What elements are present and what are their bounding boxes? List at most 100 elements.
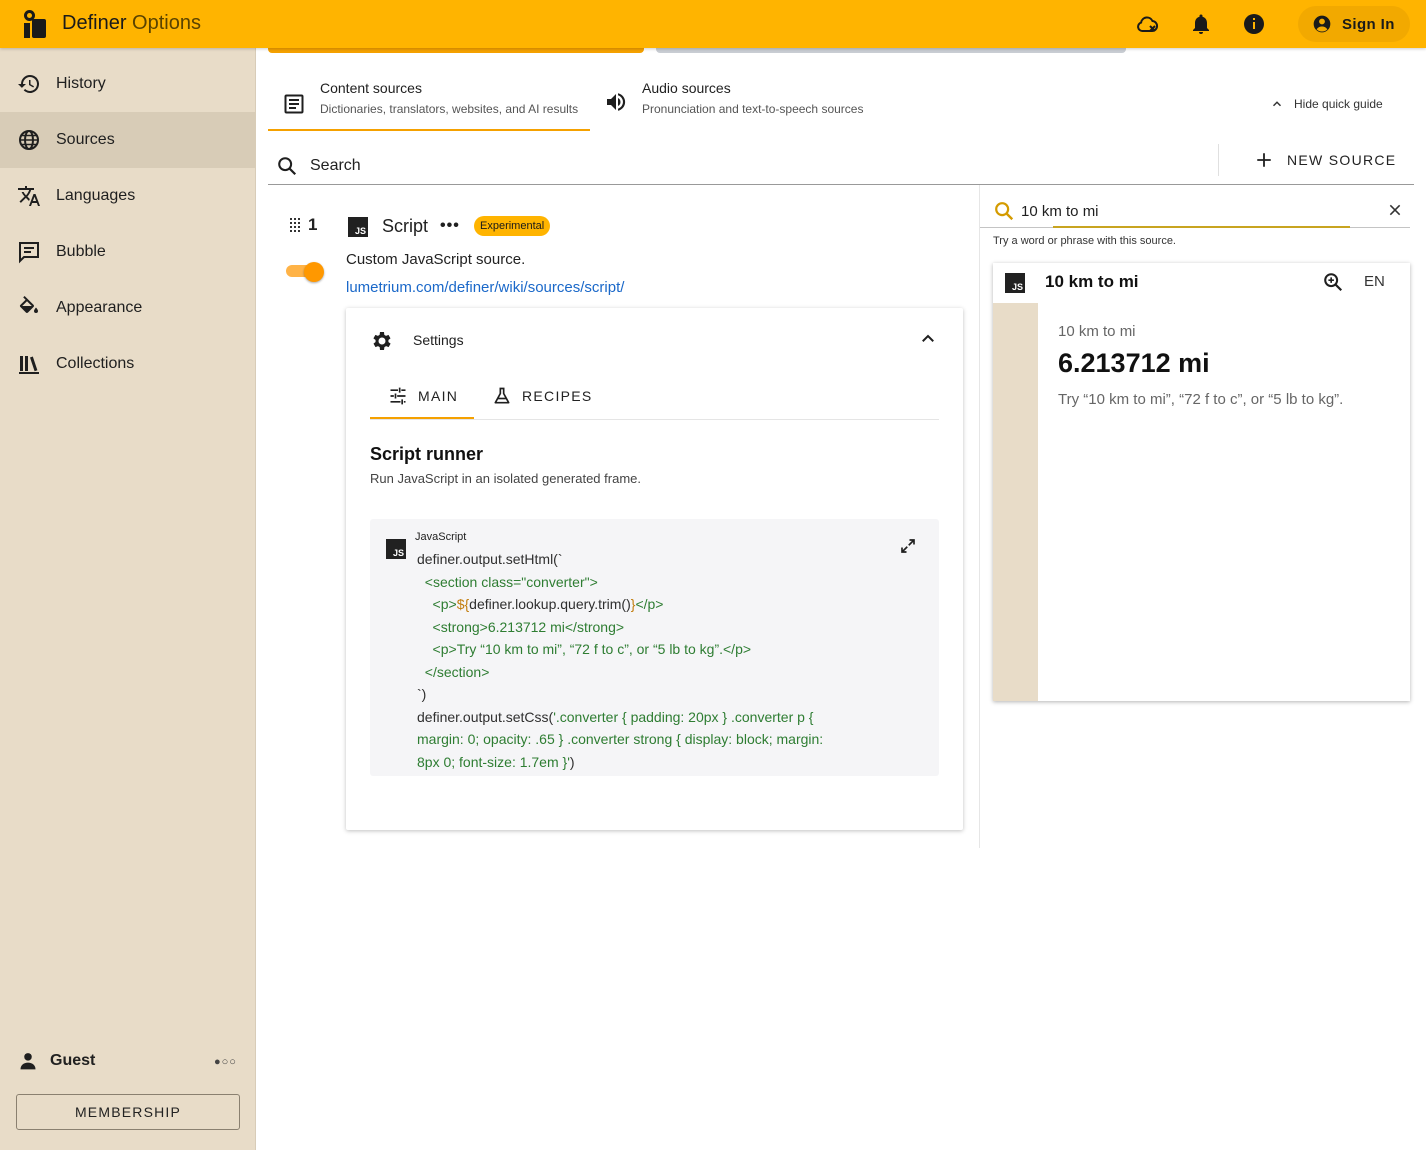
chevron-up-icon — [1272, 101, 1282, 107]
app-title: Definer Options — [62, 12, 201, 35]
tab-recipes-label: RECIPES — [522, 388, 593, 404]
tab-description: Pronunciation and text-to-speech sources — [642, 102, 864, 116]
js-icon: JS — [386, 539, 406, 559]
active-subtab-indicator — [370, 417, 474, 419]
app-title-main: Definer — [62, 12, 127, 34]
drag-handle-icon[interactable] — [290, 218, 302, 232]
quick-guide-step-bar — [268, 48, 644, 53]
sidebar-item-label: Collections — [56, 355, 135, 372]
tab-title: Content sources — [320, 80, 422, 96]
tab-content-sources[interactable]: Content sources Dictionaries, translator… — [282, 80, 578, 116]
guest-account[interactable]: Guest — [18, 1051, 95, 1071]
code-token: definer.lookup.query.trim() — [469, 596, 631, 612]
person-icon — [20, 1053, 36, 1070]
tab-recipes[interactable]: RECIPES — [492, 386, 593, 406]
code-editor[interactable]: JS JavaScript definer.output.setHtml(` <… — [370, 519, 939, 776]
result-value: 6.213712 mi — [1058, 348, 1210, 378]
code-line: definer.output.setHtml(` — [417, 551, 563, 567]
app-title-sub: Options — [132, 12, 201, 34]
search-focus-underline — [1053, 226, 1350, 228]
membership-level-dots: ●○○ — [214, 1056, 237, 1068]
script-runner-description: Run JavaScript in an isolated generated … — [370, 471, 641, 486]
hide-quick-guide-button[interactable]: Hide quick guide — [1270, 97, 1383, 111]
sidebar-item-appearance[interactable]: Appearance — [0, 280, 256, 336]
plus-icon — [1257, 153, 1271, 167]
app-bar: Definer Options Sign In — [0, 0, 1426, 48]
bell-icon[interactable] — [1189, 12, 1213, 36]
preview-result-card: JS 10 km to mi EN 10 km to mi 6.213712 m… — [993, 263, 1410, 701]
code-content[interactable]: definer.output.setHtml(` <section class=… — [417, 548, 823, 773]
sidebar-item-label: Appearance — [56, 299, 143, 316]
preview-divider — [979, 185, 980, 848]
close-icon[interactable] — [1388, 203, 1402, 217]
paint-bucket-icon — [19, 296, 38, 313]
sidebar-item-languages[interactable]: Languages — [0, 168, 256, 224]
chat-bubble-icon — [19, 242, 39, 264]
article-icon — [284, 94, 304, 114]
account-circle-icon — [1313, 15, 1331, 33]
new-source-label: NEW SOURCE — [1287, 152, 1397, 168]
code-language-label: JavaScript — [415, 531, 467, 543]
code-line: `) — [417, 686, 427, 702]
code-line: <section class="converter"> — [417, 573, 598, 590]
sign-in-button[interactable]: Sign In — [1298, 6, 1410, 42]
tab-title: Audio sources — [642, 80, 731, 96]
preview-hint: Try a word or phrase with this source. — [993, 235, 1176, 247]
tab-audio-sources[interactable]: Audio sources Pronunciation and text-to-… — [604, 80, 863, 116]
experimental-badge: Experimental — [474, 216, 551, 236]
source-wiki-link[interactable]: lumetrium.com/definer/wiki/sources/scrip… — [346, 279, 624, 296]
sidebar-item-sources[interactable]: Sources — [0, 112, 256, 168]
history-icon — [18, 74, 40, 93]
code-token: 8px 0; font-size: 1.7em }' — [417, 753, 570, 770]
settings-panel: Settings MAIN RECIPES Script runner Run … — [346, 308, 963, 830]
source-description: Custom JavaScript source. — [346, 251, 526, 268]
tabs-divider — [370, 419, 939, 420]
source-name: Script — [382, 216, 429, 236]
expand-icon[interactable] — [899, 537, 917, 555]
source-enabled-toggle[interactable] — [286, 262, 324, 282]
zoom-in-icon[interactable] — [1322, 271, 1344, 293]
sidebar: History Sources Languages Bubble Appeara… — [0, 48, 256, 1150]
membership-button[interactable]: MEMBERSHIP — [16, 1094, 240, 1130]
toggle-thumb — [304, 262, 324, 282]
code-token: definer.output.setCss( — [417, 708, 554, 725]
settings-title: Settings — [413, 332, 464, 348]
code-line: </section> — [417, 663, 490, 680]
more-options-button[interactable]: ••• — [440, 217, 460, 235]
js-icon: JS — [348, 217, 368, 237]
language-code[interactable]: EN — [1364, 273, 1385, 290]
code-line: <strong>6.213712 mi</strong> — [417, 618, 625, 635]
new-source-button[interactable]: NEW SOURCE — [1218, 144, 1414, 176]
code-token: ) — [569, 753, 575, 770]
tab-description: Dictionaries, translators, websites, and… — [320, 102, 579, 116]
tab-main[interactable]: MAIN — [388, 386, 458, 406]
info-icon[interactable] — [1242, 12, 1266, 36]
hide-quick-guide-label: Hide quick guide — [1294, 97, 1383, 111]
sidebar-item-label: Bubble — [56, 243, 106, 260]
collapse-chevron-up-icon[interactable] — [919, 330, 937, 348]
guest-label: Guest — [50, 1052, 96, 1069]
result-tip: Try “10 km to mi”, “72 f to c”, or “5 lb… — [1058, 391, 1344, 408]
preview-search-input[interactable]: 10 km to mi — [1021, 203, 1099, 220]
code-line: <p>Try “10 km to mi”, “72 f to c”, or “5… — [417, 641, 752, 657]
tune-icon — [390, 387, 406, 405]
sidebar-item-label: Languages — [56, 187, 136, 204]
preview-card-title: 10 km to mi — [1045, 272, 1139, 291]
tab-main-label: MAIN — [418, 388, 459, 404]
sign-in-label: Sign In — [1342, 15, 1395, 33]
translate-icon — [18, 186, 40, 206]
search-input[interactable]: Search — [310, 157, 361, 175]
library-icon — [19, 356, 39, 374]
volume-icon — [607, 93, 626, 111]
code-token: </p> — [635, 596, 664, 612]
script-runner-title: Script runner — [370, 444, 484, 464]
sidebar-item-collections[interactable]: Collections — [0, 336, 256, 392]
sidebar-item-history[interactable]: History — [0, 56, 256, 112]
search-icon — [278, 157, 297, 176]
source-index: 1 — [308, 215, 318, 234]
sidebar-item-bubble[interactable]: Bubble — [0, 224, 256, 280]
cloud-off-icon[interactable] — [1136, 12, 1160, 36]
quick-guide-step-bar — [656, 48, 1126, 53]
preview-sidebar-strip — [993, 303, 1038, 701]
preview-search[interactable]: 10 km to mi — [980, 192, 1410, 228]
